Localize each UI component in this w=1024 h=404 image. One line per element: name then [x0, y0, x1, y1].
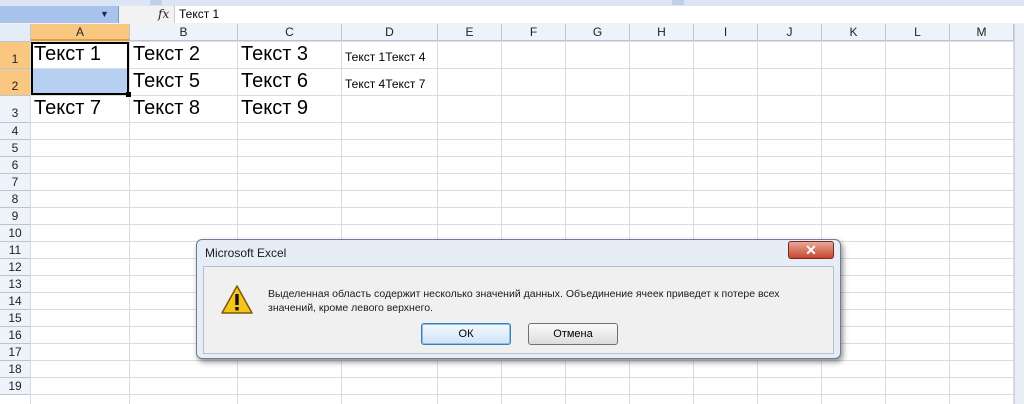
cell-c1[interactable]: Текст 3 [241, 43, 308, 66]
gridline [30, 42, 31, 404]
row-header-3[interactable]: 3 [0, 96, 31, 123]
formula-bar: ▼ fx Текст 1 [0, 6, 1024, 25]
vertical-scrollbar[interactable] [1014, 24, 1024, 404]
cell-c3[interactable]: Текст 9 [241, 97, 308, 120]
row-header-12[interactable]: 12 [0, 259, 31, 276]
column-header-h[interactable]: H [630, 24, 694, 41]
select-all-corner[interactable] [0, 24, 31, 42]
function-icon[interactable]: fx [158, 7, 169, 21]
row-header-17[interactable]: 17 [0, 344, 31, 361]
toolbar-edge [672, 0, 684, 5]
row-header-16[interactable]: 16 [0, 327, 31, 344]
warning-icon [221, 285, 253, 314]
close-button[interactable]: ✕ [788, 241, 834, 259]
column-header-d[interactable]: D [342, 24, 438, 41]
fill-handle[interactable] [126, 92, 131, 97]
gridline [31, 190, 1024, 191]
gridline [31, 360, 1024, 361]
column-header-f[interactable]: F [502, 24, 566, 41]
column-header-row: ABCDEFGHIJKLM [0, 24, 1024, 42]
row-header-14[interactable]: 14 [0, 293, 31, 310]
column-header-e[interactable]: E [438, 24, 502, 41]
column-header-a[interactable]: A [31, 24, 130, 41]
gridline [31, 68, 1024, 69]
gridline [31, 207, 1024, 208]
dialog-message: Выделенная область содержит несколько зн… [268, 288, 780, 314]
row-header-6[interactable]: 6 [0, 157, 31, 174]
row-header-10[interactable]: 10 [0, 225, 31, 242]
row-header-15[interactable]: 15 [0, 310, 31, 327]
toolbar-edge [150, 0, 162, 5]
cell-a3[interactable]: Текст 7 [34, 97, 101, 120]
row-header-1[interactable]: 1 [0, 42, 31, 69]
cell-b2[interactable]: Текст 5 [133, 70, 200, 93]
row-header-18[interactable]: 18 [0, 361, 31, 378]
chevron-down-icon[interactable]: ▼ [100, 9, 109, 19]
row-header-19[interactable]: 19 [0, 378, 31, 395]
gridline [31, 156, 1024, 157]
gridline [31, 377, 1024, 378]
row-header-8[interactable]: 8 [0, 191, 31, 208]
cell-b1[interactable]: Текст 2 [133, 43, 200, 66]
dialog-title: Microsoft Excel [205, 246, 287, 260]
row-header-5[interactable]: 5 [0, 140, 31, 157]
ok-button[interactable]: ОК [421, 323, 511, 345]
gridline [949, 42, 950, 404]
dialog-body: Выделенная область содержит несколько зн… [203, 266, 834, 354]
row-header-9[interactable]: 9 [0, 208, 31, 225]
cell-c2[interactable]: Текст 6 [241, 70, 308, 93]
column-header-j[interactable]: J [758, 24, 822, 41]
gridline [31, 139, 1024, 140]
gridline [31, 41, 1024, 42]
row-header-2[interactable]: 2 [0, 69, 31, 96]
cell-d1[interactable]: Текст 1Текст 4 [345, 50, 425, 64]
row-header-13[interactable]: 13 [0, 276, 31, 293]
column-header-l[interactable]: L [886, 24, 950, 41]
gridline [885, 42, 886, 404]
cell-d2[interactable]: Текст 4Текст 7 [345, 77, 425, 91]
gridline [31, 173, 1024, 174]
row-header-7[interactable]: 7 [0, 174, 31, 191]
merge-warning-dialog: Microsoft Excel ✕ Выделенная область сод… [196, 239, 841, 359]
gridline [31, 95, 1024, 96]
row-header-11[interactable]: 11 [0, 242, 31, 259]
row-header-4[interactable]: 4 [0, 123, 31, 140]
column-header-c[interactable]: C [238, 24, 342, 41]
column-header-b[interactable]: B [130, 24, 238, 41]
cell-b3[interactable]: Текст 8 [133, 97, 200, 120]
gridline [31, 224, 1024, 225]
column-header-m[interactable]: M [950, 24, 1014, 41]
name-box[interactable]: ▼ [0, 6, 119, 23]
cell-selection-border [31, 42, 129, 95]
gridline [31, 122, 1024, 123]
cancel-button[interactable]: Отмена [528, 323, 618, 345]
formula-input[interactable]: Текст 1 [174, 6, 1024, 23]
column-header-k[interactable]: K [822, 24, 886, 41]
gridline [31, 394, 1024, 395]
column-header-i[interactable]: I [694, 24, 758, 41]
column-header-g[interactable]: G [566, 24, 630, 41]
